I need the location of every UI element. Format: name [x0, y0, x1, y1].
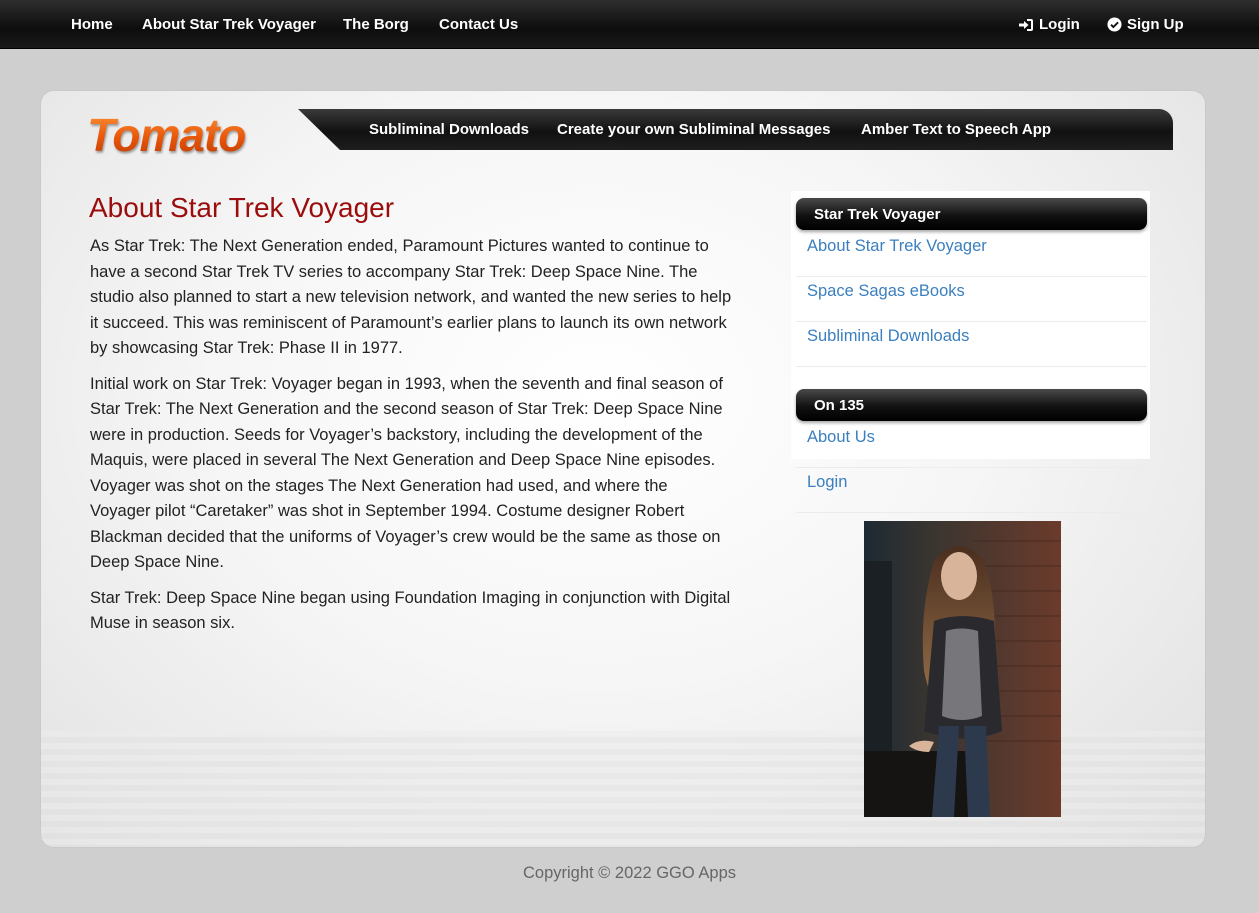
top-navbar: Home About Star Trek Voyager The Borg Co…: [0, 0, 1259, 49]
sidebar-link-space-sagas-ebooks[interactable]: Space Sagas eBooks: [796, 277, 1147, 322]
subnav-subliminal-downloads[interactable]: Subliminal Downloads: [369, 121, 529, 138]
article-paragraph: Initial work on Star Trek: Voyager began…: [90, 374, 723, 572]
nav-about-star-trek-voyager[interactable]: About Star Trek Voyager: [142, 16, 316, 33]
nav-contact-us[interactable]: Contact Us: [439, 16, 518, 33]
widget-title-star-trek-voyager: Star Trek Voyager: [796, 198, 1147, 230]
check-circle-icon: [1107, 17, 1122, 32]
article-body: As Star Trek: The Next Generation ended,…: [90, 234, 732, 647]
signup-link[interactable]: Sign Up: [1107, 16, 1184, 33]
sidebar-link-about-us[interactable]: About Us: [796, 423, 1147, 468]
photo-illustration: [864, 521, 1061, 817]
widget-title-on-135: On 135: [796, 389, 1147, 421]
site-logo[interactable]: Tomato: [87, 108, 246, 162]
footer-copyright: Copyright © 2022 GGO Apps: [522, 864, 737, 882]
sidebar-link-about-star-trek-voyager[interactable]: About Star Trek Voyager: [796, 232, 1147, 277]
article-paragraph: Star Trek: Deep Space Nine began using F…: [90, 588, 731, 633]
login-link[interactable]: Login: [1018, 16, 1080, 33]
widget-list-star-trek-voyager: About Star Trek Voyager Space Sagas eBoo…: [796, 232, 1147, 367]
nav-the-borg[interactable]: The Borg: [343, 16, 409, 33]
widget-list-on-135: About Us Login: [796, 423, 1147, 513]
secondary-navbar: Subliminal Downloads Create your own Sub…: [298, 109, 1173, 150]
sidebar-photo[interactable]: [864, 521, 1061, 817]
nav-home[interactable]: Home: [71, 16, 113, 33]
article-paragraph: As Star Trek: The Next Generation ended,…: [90, 237, 732, 357]
sign-in-icon: [1019, 18, 1033, 31]
subnav-create-subliminal-messages[interactable]: Create your own Subliminal Messages: [557, 121, 830, 138]
sidebar-link-subliminal-downloads[interactable]: Subliminal Downloads: [796, 322, 1147, 367]
signup-label: Sign Up: [1127, 16, 1184, 33]
subnav-amber-text-to-speech[interactable]: Amber Text to Speech App: [861, 121, 1051, 138]
page-title: About Star Trek Voyager: [89, 192, 395, 223]
login-label: Login: [1039, 16, 1080, 33]
sidebar-link-login[interactable]: Login: [796, 468, 1147, 513]
